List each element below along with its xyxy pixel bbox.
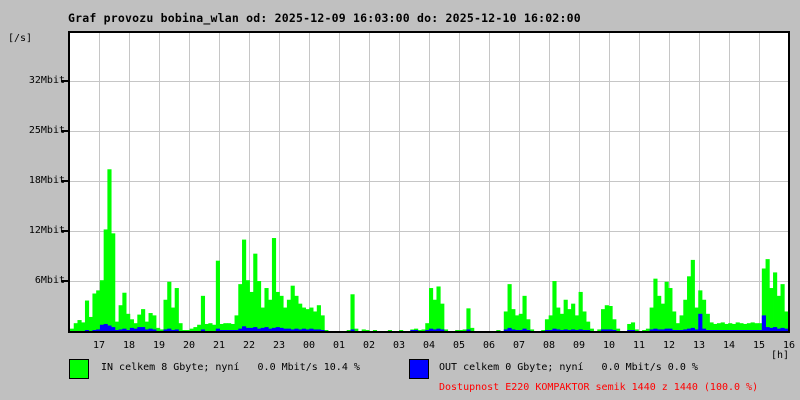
y-tick-label: 25Mbit bbox=[28, 125, 65, 136]
traffic-plot-canvas bbox=[70, 33, 788, 331]
page-title: Graf provozu bobina_wlan od: 2025-12-09 … bbox=[68, 11, 581, 25]
x-tick-label: 23 bbox=[272, 340, 286, 351]
x-tick-label: 22 bbox=[242, 340, 256, 351]
x-tick-label: 06 bbox=[482, 340, 496, 351]
legend-out-swatch bbox=[409, 359, 429, 379]
x-tick-label: 15 bbox=[752, 340, 766, 351]
x-axis-unit-label: [h] bbox=[770, 350, 789, 361]
y-tick-mark bbox=[61, 80, 68, 82]
x-tick-label: 21 bbox=[212, 340, 226, 351]
y-tick-mark bbox=[61, 280, 68, 282]
y-tick-mark bbox=[61, 180, 68, 182]
y-tick-label: 18Mbit bbox=[28, 175, 65, 186]
y-tick-label: 6Mbit bbox=[34, 275, 65, 286]
x-tick-label: 04 bbox=[422, 340, 436, 351]
x-tick-label: 13 bbox=[692, 340, 706, 351]
x-tick-label: 03 bbox=[392, 340, 406, 351]
x-tick-label: 08 bbox=[542, 340, 556, 351]
y-tick-mark bbox=[61, 230, 68, 232]
x-tick-label: 20 bbox=[182, 340, 196, 351]
x-tick-label: 09 bbox=[572, 340, 586, 351]
availability-status-text: Dostupnost E220 KOMPAKTOR semik 1440 z 1… bbox=[439, 382, 759, 393]
x-tick-label: 10 bbox=[602, 340, 616, 351]
traffic-graph-plot bbox=[68, 31, 790, 333]
y-tick-label: 12Mbit bbox=[28, 225, 65, 236]
x-tick-label: 07 bbox=[512, 340, 526, 351]
legend-in-label: IN celkem 8 Gbyte; nyní 0.0 Mbit/s 10.4 … bbox=[101, 362, 360, 373]
y-axis-unit-label: [/s] bbox=[8, 33, 33, 44]
x-tick-label: 00 bbox=[302, 340, 316, 351]
x-tick-label: 17 bbox=[92, 340, 106, 351]
x-tick-label: 14 bbox=[722, 340, 736, 351]
x-tick-label: 01 bbox=[332, 340, 346, 351]
x-tick-label: 11 bbox=[632, 340, 646, 351]
legend-out-label: OUT celkem 0 Gbyte; nyní 0.0 Mbit/s 0.0 … bbox=[439, 362, 698, 373]
legend-in-swatch bbox=[69, 359, 89, 379]
mrtg-traffic-graph-page: Graf provozu bobina_wlan od: 2025-12-09 … bbox=[0, 0, 800, 400]
x-tick-label: 05 bbox=[452, 340, 466, 351]
y-tick-label: 32Mbit bbox=[28, 75, 65, 86]
x-tick-label: 02 bbox=[362, 340, 376, 351]
x-tick-label: 18 bbox=[122, 340, 136, 351]
x-tick-label: 12 bbox=[662, 340, 676, 351]
x-tick-label: 19 bbox=[152, 340, 166, 351]
y-tick-mark bbox=[61, 130, 68, 132]
